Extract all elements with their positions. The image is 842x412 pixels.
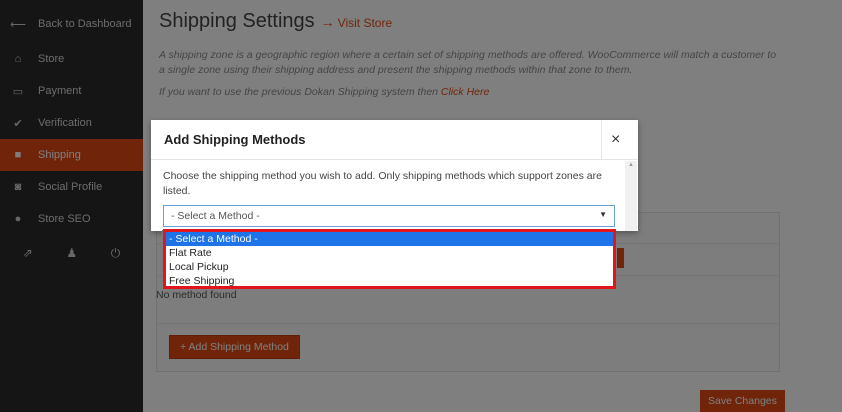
select-value: - Select a Method - (171, 210, 260, 222)
modal-header-divider (601, 120, 602, 160)
shipping-method-select[interactable]: - Select a Method - ▼ (163, 205, 615, 227)
add-shipping-methods-modal: Add Shipping Methods × Choose the shippi… (151, 120, 638, 231)
modal-title: Add Shipping Methods (164, 132, 306, 147)
modal-header: Add Shipping Methods × (151, 120, 638, 160)
highlight-annotation (163, 229, 616, 289)
scroll-up-icon[interactable]: ▲ (628, 162, 634, 168)
modal-instructions: Choose the shipping method you wish to a… (163, 170, 602, 197)
chevron-down-icon: ▼ (599, 210, 607, 219)
modal-scrollbar[interactable]: ▲ (625, 161, 637, 231)
close-icon[interactable]: × (611, 131, 620, 149)
